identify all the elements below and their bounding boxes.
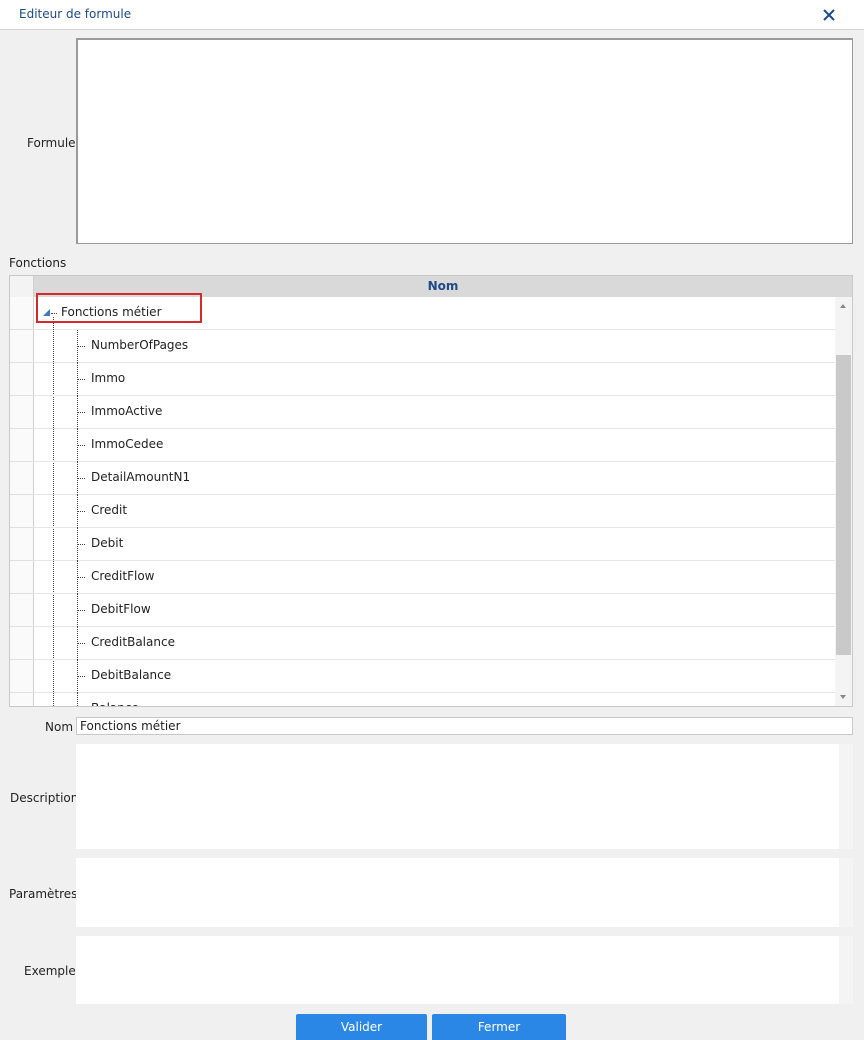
scrollbar-thumb[interactable] bbox=[836, 355, 851, 655]
row-indicator[interactable] bbox=[10, 495, 34, 528]
tree-item-row[interactable]: DebitBalance bbox=[34, 660, 835, 693]
tree-root-label: Fonctions métier bbox=[61, 305, 162, 319]
nom-label: Nom bbox=[45, 720, 74, 734]
tree-item-label: DebitFlow bbox=[91, 602, 151, 616]
scroll-down-icon[interactable] bbox=[840, 695, 846, 699]
tree-item-row[interactable]: Credit bbox=[34, 495, 835, 528]
description-label: Description bbox=[10, 791, 79, 805]
title-bar: Editeur de formule bbox=[0, 0, 864, 30]
scroll-up-icon[interactable] bbox=[840, 304, 846, 308]
close-icon bbox=[823, 9, 835, 21]
tree-item-row[interactable]: ImmoActive bbox=[34, 396, 835, 429]
fermer-button[interactable]: Fermer bbox=[432, 1014, 566, 1040]
row-indicator[interactable] bbox=[10, 561, 34, 594]
row-indicator[interactable] bbox=[10, 594, 34, 627]
column-header-nom[interactable]: Nom bbox=[34, 276, 852, 297]
expand-triangle-icon[interactable] bbox=[43, 309, 51, 317]
tree-item-row[interactable]: Debit bbox=[34, 528, 835, 561]
tree-item-label: Credit bbox=[91, 503, 128, 517]
parametres-label: Paramètres bbox=[9, 887, 78, 901]
tree-item-row[interactable]: Balance bbox=[34, 693, 835, 706]
row-indicator[interactable] bbox=[10, 462, 34, 495]
tree-connector bbox=[77, 544, 85, 545]
row-indicator[interactable] bbox=[10, 396, 34, 429]
row-indicator-column bbox=[10, 297, 34, 706]
tree-connector bbox=[77, 445, 85, 446]
parametres-scrollbar[interactable] bbox=[839, 858, 853, 927]
tree-item-label: DetailAmountN1 bbox=[91, 470, 191, 484]
description-scrollbar[interactable] bbox=[839, 744, 853, 849]
exemple-textarea[interactable] bbox=[76, 936, 853, 1004]
tree-connector bbox=[77, 412, 85, 413]
tree-item-label: CreditBalance bbox=[91, 635, 175, 649]
tree-item-row[interactable]: DetailAmountN1 bbox=[34, 462, 835, 495]
tree-item-label: CreditFlow bbox=[91, 569, 155, 583]
tree-connector bbox=[77, 511, 85, 512]
row-indicator[interactable] bbox=[10, 330, 34, 363]
tree-item-label: Balance bbox=[91, 701, 139, 706]
tree-item-label: Immo bbox=[91, 371, 126, 385]
parametres-textarea[interactable] bbox=[76, 858, 853, 927]
exemple-label: Exemple bbox=[24, 964, 76, 978]
tree-connector bbox=[51, 313, 57, 314]
grid-vertical-scrollbar[interactable] bbox=[835, 297, 852, 706]
tree-connector bbox=[77, 577, 85, 578]
formula-label: Formule bbox=[27, 136, 76, 150]
row-indicator[interactable] bbox=[10, 693, 34, 706]
tree-branch-line bbox=[77, 693, 78, 706]
tree-item-row[interactable]: CreditBalance bbox=[34, 627, 835, 660]
exemple-scrollbar[interactable] bbox=[839, 936, 853, 1004]
row-indicator[interactable] bbox=[10, 528, 34, 561]
window-title: Editeur de formule bbox=[19, 7, 132, 21]
tree-item-label: ImmoCedee bbox=[91, 437, 164, 451]
row-indicator[interactable] bbox=[10, 297, 34, 330]
tree-connector bbox=[77, 478, 85, 479]
functions-grid: Nom Fonctions métier NumberOfPages Immo Imm… bbox=[9, 275, 853, 707]
close-button[interactable] bbox=[818, 4, 840, 26]
row-indicator[interactable] bbox=[10, 429, 34, 462]
tree-connector bbox=[77, 676, 85, 677]
description-textarea[interactable] bbox=[76, 744, 853, 849]
nom-input[interactable] bbox=[76, 717, 853, 735]
formula-input[interactable] bbox=[76, 38, 853, 244]
row-indicator[interactable] bbox=[10, 627, 34, 660]
tree-root-row[interactable]: Fonctions métier bbox=[34, 297, 835, 330]
functions-section-label: Fonctions bbox=[9, 256, 67, 270]
tree-connector bbox=[77, 610, 85, 611]
tree-connector bbox=[77, 346, 85, 347]
tree-item-label: Debit bbox=[91, 536, 124, 550]
grid-corner bbox=[10, 276, 34, 297]
tree-item-row[interactable]: Immo bbox=[34, 363, 835, 396]
row-indicator[interactable] bbox=[10, 363, 34, 396]
tree-item-row[interactable]: ImmoCedee bbox=[34, 429, 835, 462]
valider-button[interactable]: Valider bbox=[296, 1014, 427, 1040]
functions-tree: Fonctions métier NumberOfPages Immo ImmoAct… bbox=[34, 297, 835, 706]
tree-item-row[interactable]: DebitFlow bbox=[34, 594, 835, 627]
tree-item-row[interactable]: CreditFlow bbox=[34, 561, 835, 594]
tree-connector bbox=[77, 379, 85, 380]
tree-item-row[interactable]: NumberOfPages bbox=[34, 330, 835, 363]
tree-item-label: NumberOfPages bbox=[91, 338, 189, 352]
tree-item-label: ImmoActive bbox=[91, 404, 163, 418]
row-indicator[interactable] bbox=[10, 660, 34, 693]
tree-item-label: DebitBalance bbox=[91, 668, 172, 682]
tree-connector bbox=[77, 643, 85, 644]
